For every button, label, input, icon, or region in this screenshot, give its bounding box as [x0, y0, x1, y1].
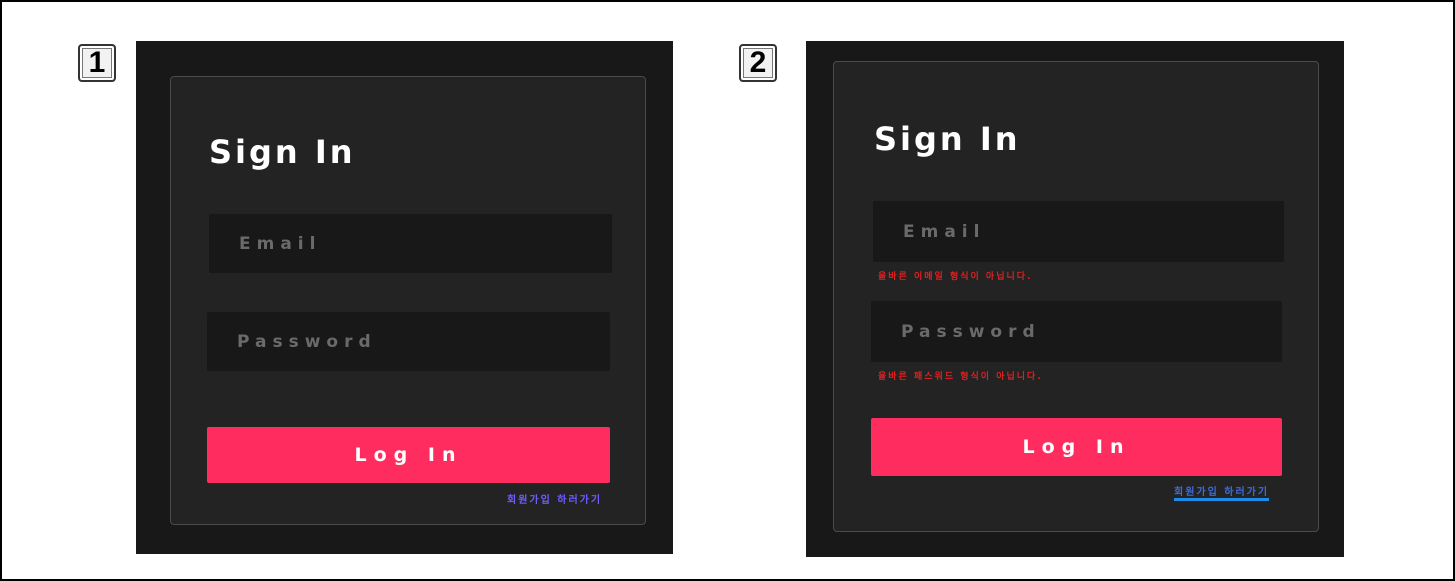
- page-title: Sign In: [874, 120, 1021, 158]
- password-field[interactable]: [871, 301, 1282, 362]
- login-button[interactable]: Log In: [207, 427, 610, 483]
- password-error-message: 올바른 패스워드 형식이 아닙니다.: [878, 372, 1043, 382]
- step-badge-2: 2: [739, 44, 777, 82]
- page-title: Sign In: [209, 133, 356, 171]
- email-error-message: 올바른 이메일 형식이 아닙니다.: [878, 272, 1033, 282]
- login-card: Sign In 올바른 이메일 형식이 아닙니다. 올바른 패스워드 형식이 아…: [833, 61, 1319, 532]
- password-input[interactable]: [899, 320, 1282, 343]
- login-panel-2: Sign In 올바른 이메일 형식이 아닙니다. 올바른 패스워드 형식이 아…: [806, 41, 1344, 557]
- email-input[interactable]: [237, 232, 612, 255]
- signup-link[interactable]: 회원가입 하러가기: [507, 491, 602, 506]
- login-button[interactable]: Log In: [871, 418, 1282, 476]
- step-badge-1: 1: [78, 44, 116, 82]
- password-input[interactable]: [235, 330, 610, 353]
- login-card: Sign In Log In 회원가입 하러가기: [170, 76, 646, 525]
- email-input[interactable]: [901, 220, 1284, 243]
- login-panel-1: Sign In Log In 회원가입 하러가기: [136, 41, 673, 554]
- signup-link[interactable]: 회원가입 하러가기: [1174, 483, 1270, 501]
- email-field[interactable]: [873, 201, 1284, 262]
- password-field[interactable]: [207, 312, 610, 371]
- email-field[interactable]: [209, 214, 612, 273]
